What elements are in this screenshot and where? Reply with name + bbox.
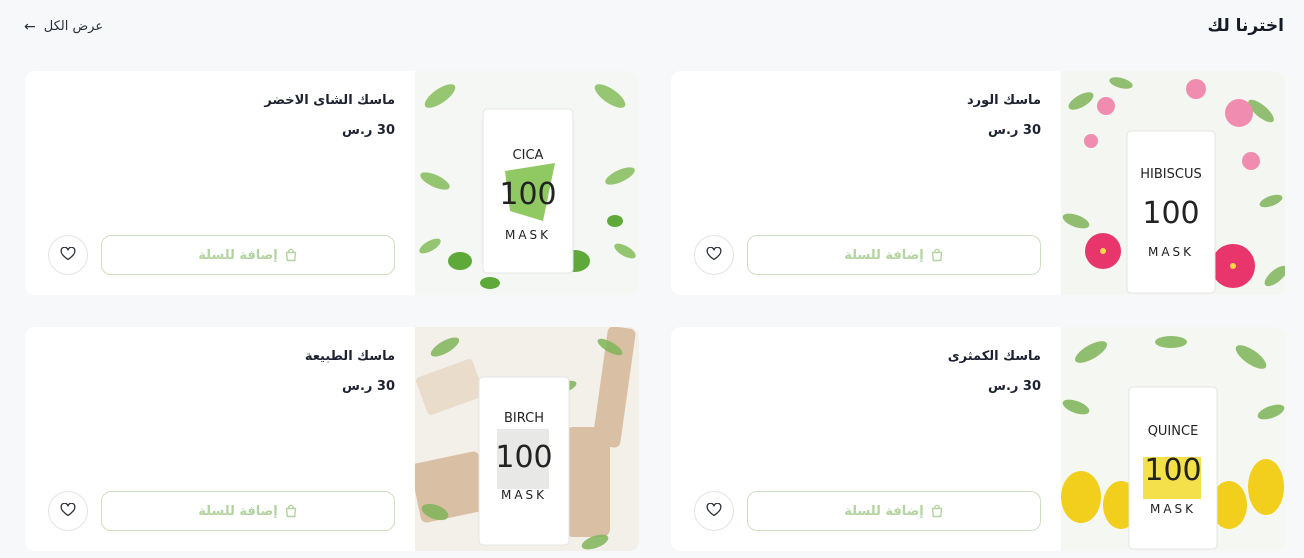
heart-icon	[60, 502, 76, 521]
product-card[interactable]: QUINCE 100 MASK ماسك الكمثرى 30 ر.س إضاف…	[671, 327, 1285, 551]
pack-word: MASK	[1148, 245, 1194, 259]
pack-variant: QUINCE	[1148, 424, 1199, 439]
favorite-button[interactable]	[48, 235, 88, 275]
product-image[interactable]: CICA 100 MASK	[415, 71, 639, 295]
favorite-button[interactable]	[694, 491, 734, 531]
section-header: اخترنا لك ← عرض الكل	[0, 0, 1304, 58]
heart-icon	[706, 246, 722, 265]
product-name[interactable]: ماسك الشاى الاخضر	[264, 93, 395, 108]
add-to-cart-label: إضافة للسلة	[844, 503, 924, 519]
heart-icon	[706, 502, 722, 521]
product-price: 30 ر.س	[342, 123, 395, 138]
view-all-label: عرض الكل	[43, 19, 104, 34]
pack-number: 100	[1144, 453, 1201, 488]
arrow-left-icon: ←	[24, 18, 36, 35]
add-to-cart-button[interactable]: إضافة للسلة	[101, 491, 395, 531]
product-name[interactable]: ماسك الكمثرى	[948, 349, 1041, 364]
product-card[interactable]: BIRCH 100 MASK ماسك الطبيعة 30 ر.س إضافة…	[25, 327, 639, 551]
add-to-cart-button[interactable]: إضافة للسلة	[101, 235, 395, 275]
heart-icon	[60, 246, 76, 265]
product-card[interactable]: HIBISCUS 100 MASK ماسك الورد 30 ر.س إضاف…	[671, 71, 1285, 295]
product-image[interactable]: QUINCE 100 MASK	[1061, 327, 1285, 551]
add-to-cart-label: إضافة للسلة	[198, 503, 278, 519]
pack-variant: CICA	[513, 148, 544, 163]
add-to-cart-label: إضافة للسلة	[198, 247, 278, 263]
favorite-button[interactable]	[48, 491, 88, 531]
shopping-bag-icon	[930, 504, 944, 518]
pack-number: 100	[499, 177, 556, 212]
pack-variant: BIRCH	[504, 411, 544, 426]
add-to-cart-label: إضافة للسلة	[844, 247, 924, 263]
shopping-bag-icon	[284, 248, 298, 262]
product-price: 30 ر.س	[342, 379, 395, 394]
product-name[interactable]: ماسك الورد	[967, 93, 1041, 108]
pack-variant: HIBISCUS	[1140, 167, 1201, 182]
product-name[interactable]: ماسك الطبيعة	[305, 349, 395, 364]
product-price: 30 ر.س	[988, 379, 1041, 394]
product-price: 30 ر.س	[988, 123, 1041, 138]
pack-number: 100	[1142, 196, 1199, 231]
pack-word: MASK	[501, 488, 547, 502]
pack-word: MASK	[505, 228, 551, 242]
pack-word: MASK	[1150, 502, 1196, 516]
shopping-bag-icon	[284, 504, 298, 518]
shopping-bag-icon	[930, 248, 944, 262]
pack-number: 100	[495, 440, 552, 475]
product-image[interactable]: BIRCH 100 MASK	[415, 327, 639, 551]
product-card[interactable]: CICA 100 MASK ماسك الشاى الاخضر 30 ر.س إ…	[25, 71, 639, 295]
view-all-link[interactable]: ← عرض الكل	[24, 19, 103, 34]
section-title: اخترنا لك	[1207, 16, 1285, 36]
add-to-cart-button[interactable]: إضافة للسلة	[747, 491, 1041, 531]
favorite-button[interactable]	[694, 235, 734, 275]
product-image[interactable]: HIBISCUS 100 MASK	[1061, 71, 1285, 295]
add-to-cart-button[interactable]: إضافة للسلة	[747, 235, 1041, 275]
